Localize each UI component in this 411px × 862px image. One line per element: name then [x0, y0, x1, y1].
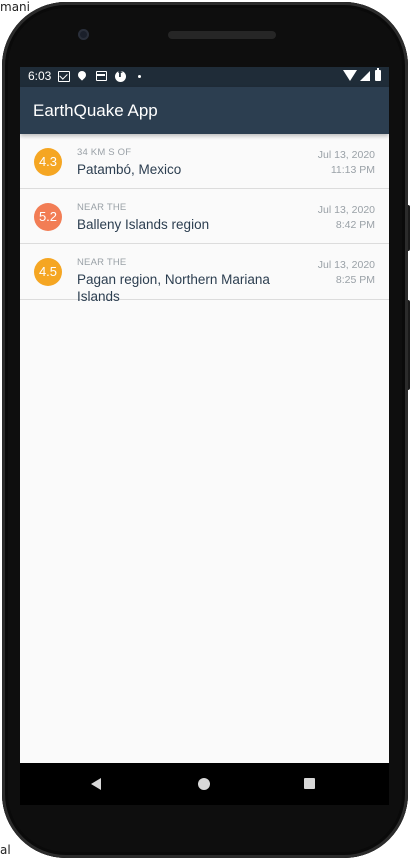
facebook-icon — [115, 69, 126, 82]
earthquake-list-item[interactable]: 5.2 Near the Balleny Islands region Jul … — [20, 189, 389, 244]
location-offset: Near the — [77, 202, 127, 213]
status-bar: 6:03 — [20, 67, 389, 87]
front-camera — [78, 29, 89, 40]
quake-time: 8:42 PM — [335, 219, 375, 231]
app-title: EarthQuake App — [33, 101, 158, 120]
back-icon[interactable] — [91, 778, 101, 790]
earthquake-list-item[interactable]: 4.3 34 km S of Patambó, Mexico Jul 13, 2… — [20, 134, 389, 189]
screen: 6:03 EarthQuake App 4.3 34 km S of Patam… — [20, 67, 389, 804]
earpiece-speaker — [168, 31, 276, 39]
earthquake-list-item[interactable]: 4.5 Near the Pagan region, Northern Mari… — [20, 244, 389, 304]
gmail-icon — [58, 71, 70, 82]
background-text-top: mani — [0, 0, 30, 14]
location-offset: Near the — [77, 257, 127, 268]
location-pin-icon — [76, 69, 88, 81]
quake-date: Jul 13, 2020 — [317, 204, 375, 216]
primary-location: Pagan region, Northern Mariana Islands — [77, 272, 270, 304]
home-icon[interactable] — [198, 778, 210, 790]
primary-location: Patambó, Mexico — [77, 162, 182, 177]
quake-time: 8:25 PM — [335, 274, 375, 286]
app-bar: EarthQuake App — [20, 87, 389, 134]
wifi-icon — [343, 70, 357, 81]
earthquake-list: 4.3 34 km S of Patambó, Mexico Jul 13, 2… — [20, 134, 389, 304]
quake-time: 11:13 PM — [330, 164, 375, 176]
magnitude-circle: 4.3 — [34, 148, 62, 176]
card-icon — [96, 71, 107, 81]
recents-icon[interactable] — [304, 778, 315, 789]
location-offset: 34 km S of — [77, 147, 132, 158]
quake-date: Jul 13, 2020 — [317, 259, 375, 271]
battery-icon — [375, 68, 381, 81]
status-time: 6:03 — [28, 69, 52, 83]
quake-date: Jul 13, 2020 — [317, 149, 375, 161]
background-text-bottom: al — [0, 843, 11, 857]
notification-dot-icon — [138, 75, 141, 78]
magnitude-circle: 4.5 — [34, 258, 62, 286]
primary-location: Balleny Islands region — [77, 217, 210, 232]
navigation-bar — [20, 763, 389, 805]
signal-icon — [360, 71, 370, 81]
magnitude-circle: 5.2 — [34, 203, 62, 231]
